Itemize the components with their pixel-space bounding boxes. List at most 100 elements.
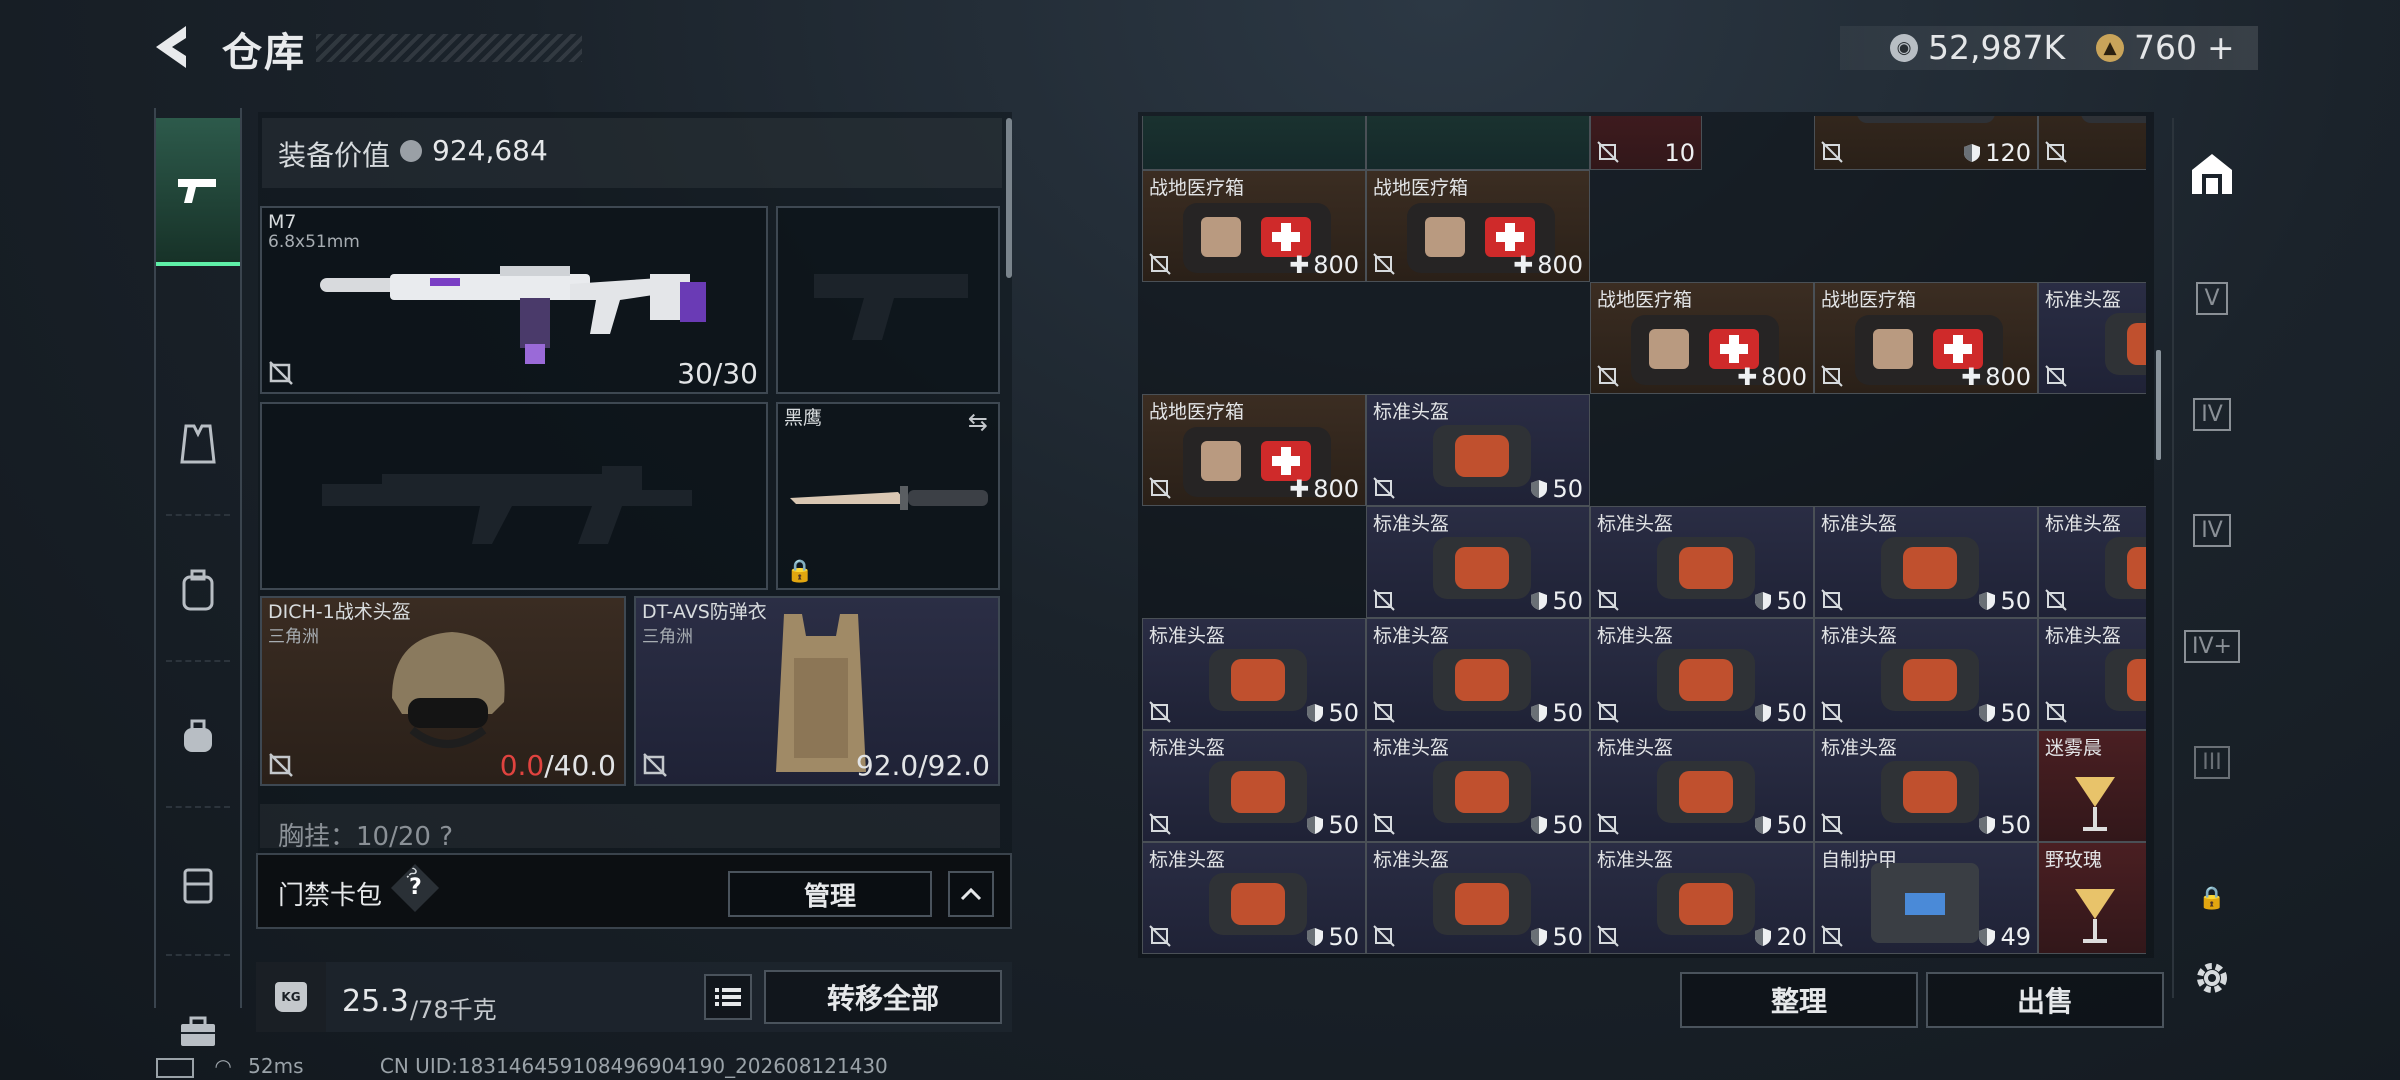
inventory-item[interactable]: 标准头盔50: [2038, 282, 2146, 394]
inventory-item[interactable]: 标准头盔50: [2038, 618, 2146, 730]
melee-slot[interactable]: 黑鹰 ⇆ 🔒: [776, 402, 1000, 590]
inventory-item[interactable]: 战地医疗箱 ✚ 800: [1814, 282, 2038, 394]
inventory-item[interactable]: 标准头盔50: [2038, 506, 2146, 618]
item-count: 50: [2000, 587, 2031, 615]
no-insurance-icon: [269, 361, 293, 385]
inventory-item[interactable]: 标准头盔50: [1366, 618, 1590, 730]
sort-button[interactable]: 整理: [1680, 972, 1918, 1028]
helmet-case-image: [2105, 649, 2146, 711]
durability-shield-icon: [1307, 704, 1324, 722]
swap-icon[interactable]: ⇆: [968, 408, 988, 436]
rifle-image: [320, 266, 706, 364]
inventory-item[interactable]: 标准头盔50: [1366, 842, 1590, 954]
coin-amount: 52,987K: [1928, 28, 2066, 67]
cocktail-image: [2075, 889, 2115, 943]
manage-button[interactable]: 管理: [728, 871, 932, 917]
storage-iii-icon: III: [2194, 745, 2230, 779]
heal-icon: ✚: [1289, 475, 1310, 503]
no-insurance-icon: [2045, 141, 2067, 163]
chest-rig-row[interactable]: 胸挂：10/20 ?: [260, 804, 1000, 848]
back-arrow-icon[interactable]: [150, 22, 200, 72]
inventory-item[interactable]: 标准头盔50: [1142, 842, 1366, 954]
heal-icon: ✚: [1513, 251, 1534, 279]
inventory-item[interactable]: 标准头盔50: [1142, 618, 1366, 730]
settings-button[interactable]: [2174, 938, 2250, 1018]
inventory-item[interactable]: 标准头盔50: [1366, 506, 1590, 618]
helmet-slot[interactable]: DICH-1战术头盔 三角洲 0.0/40.0: [260, 596, 626, 786]
helmet-case-image: [1433, 761, 1531, 823]
no-insurance-icon: [2045, 589, 2067, 611]
inventory-item[interactable]: 标准头盔50: [1814, 506, 2038, 618]
inventory-item[interactable]: 战地医疗箱 ✚ 800: [1142, 394, 1366, 506]
nav-backpack[interactable]: [156, 550, 240, 630]
sidearm-slot[interactable]: [776, 206, 1000, 394]
inventory-item[interactable]: 标准头盔50: [1590, 506, 1814, 618]
inventory-item[interactable]: [1142, 116, 1366, 170]
inventory-item[interactable]: 120: [1814, 116, 2038, 170]
nav-chest-rig[interactable]: [156, 404, 240, 484]
no-insurance-icon: [2045, 365, 2067, 387]
no-insurance-icon: [1597, 141, 1619, 163]
inventory-item[interactable]: 标准头盔50: [1814, 618, 2038, 730]
list-view-button[interactable]: [704, 974, 752, 1020]
inventory-item[interactable]: 标准头盔50: [1366, 394, 1590, 506]
no-insurance-icon: [1821, 365, 1843, 387]
help-icon-glyph: ?: [409, 875, 422, 900]
storage-tab-iv-2[interactable]: IV: [2174, 490, 2250, 570]
inventory-item[interactable]: 标准头盔50: [1590, 730, 1814, 842]
no-insurance-icon: [1821, 925, 1843, 947]
weight-capacity: /78千克: [410, 996, 497, 1024]
helmet-case-image: [1881, 537, 1979, 599]
no-insurance-icon: [1597, 365, 1619, 387]
add-currency-button[interactable]: +: [2207, 28, 2235, 67]
inventory-item[interactable]: 标准头盔50: [1366, 730, 1590, 842]
inventory-item[interactable]: 标准头盔50: [1814, 730, 2038, 842]
primary-weapon-slot[interactable]: M7 6.8x51mm 30/30: [260, 206, 768, 394]
transfer-all-button[interactable]: 转移全部: [764, 970, 1002, 1024]
durability-shield-icon: [1531, 592, 1548, 610]
inventory-scrollbar[interactable]: [2156, 350, 2161, 460]
durability-shield-icon: [1979, 816, 1996, 834]
storage-tab-v[interactable]: V: [2174, 258, 2250, 338]
inventory-item[interactable]: 野玫瑰: [2038, 842, 2146, 954]
warehouse-icon: [2192, 154, 2232, 194]
inventory-item[interactable]: .338 AP10: [1590, 116, 1702, 170]
storage-iv-add-icon: IV+: [2184, 629, 2240, 663]
inventory-item[interactable]: 标准头盔50: [1142, 730, 1366, 842]
storage-all-tab[interactable]: [2174, 134, 2250, 214]
cocktail-image: [2075, 777, 2115, 831]
storage-tab-iv-add[interactable]: IV+: [2174, 606, 2250, 686]
nav-pouch[interactable]: [156, 696, 240, 776]
inventory-item[interactable]: 120: [2038, 116, 2146, 170]
inventory-item[interactable]: 自制护甲 49: [1814, 842, 2038, 954]
weight-current: 25.3: [342, 984, 409, 1019]
inventory-item[interactable]: 标准头盔50: [1590, 618, 1814, 730]
helmet-case-image: [1433, 425, 1531, 487]
equipment-scrollbar[interactable]: [1006, 118, 1012, 278]
inventory-item[interactable]: 战地医疗箱 ✚ 800: [1366, 170, 1590, 282]
vest-icon: [180, 424, 216, 464]
inventory-item[interactable]: 战地医疗箱 ✚ 800: [1142, 170, 1366, 282]
nav-case[interactable]: [156, 844, 240, 924]
collapse-button[interactable]: [948, 871, 994, 917]
inventory-item[interactable]: 迷雾晨: [2038, 730, 2146, 842]
inventory-item[interactable]: 标准头盔 20: [1590, 842, 1814, 954]
helmet-case-image: [1209, 649, 1307, 711]
inventory-item[interactable]: [1366, 116, 1590, 170]
locked-tab[interactable]: 🔒: [2174, 858, 2250, 938]
item-name: 标准头盔: [1149, 625, 1226, 647]
inventory-item[interactable]: 战地医疗箱 ✚ 800: [1590, 282, 1814, 394]
storage-tab-iv-1[interactable]: IV: [2174, 374, 2250, 454]
helmet-case-image: [1209, 873, 1307, 935]
secondary-weapon-slot[interactable]: [260, 402, 768, 590]
equipment-value: 924,684: [432, 134, 548, 167]
item-name: 标准头盔: [2045, 289, 2122, 311]
chevron-up-icon: [960, 887, 982, 901]
no-insurance-icon: [1149, 925, 1171, 947]
sell-button[interactable]: 出售: [1926, 972, 2164, 1028]
armor-slot[interactable]: DT-AVS防弹衣 三角洲 92.0/92.0: [634, 596, 1000, 786]
durability-shield-icon: [1979, 592, 1996, 610]
helmet-case-image: [2105, 313, 2146, 375]
nav-weapons[interactable]: [156, 118, 240, 266]
storage-tab-iii[interactable]: III: [2174, 722, 2250, 802]
